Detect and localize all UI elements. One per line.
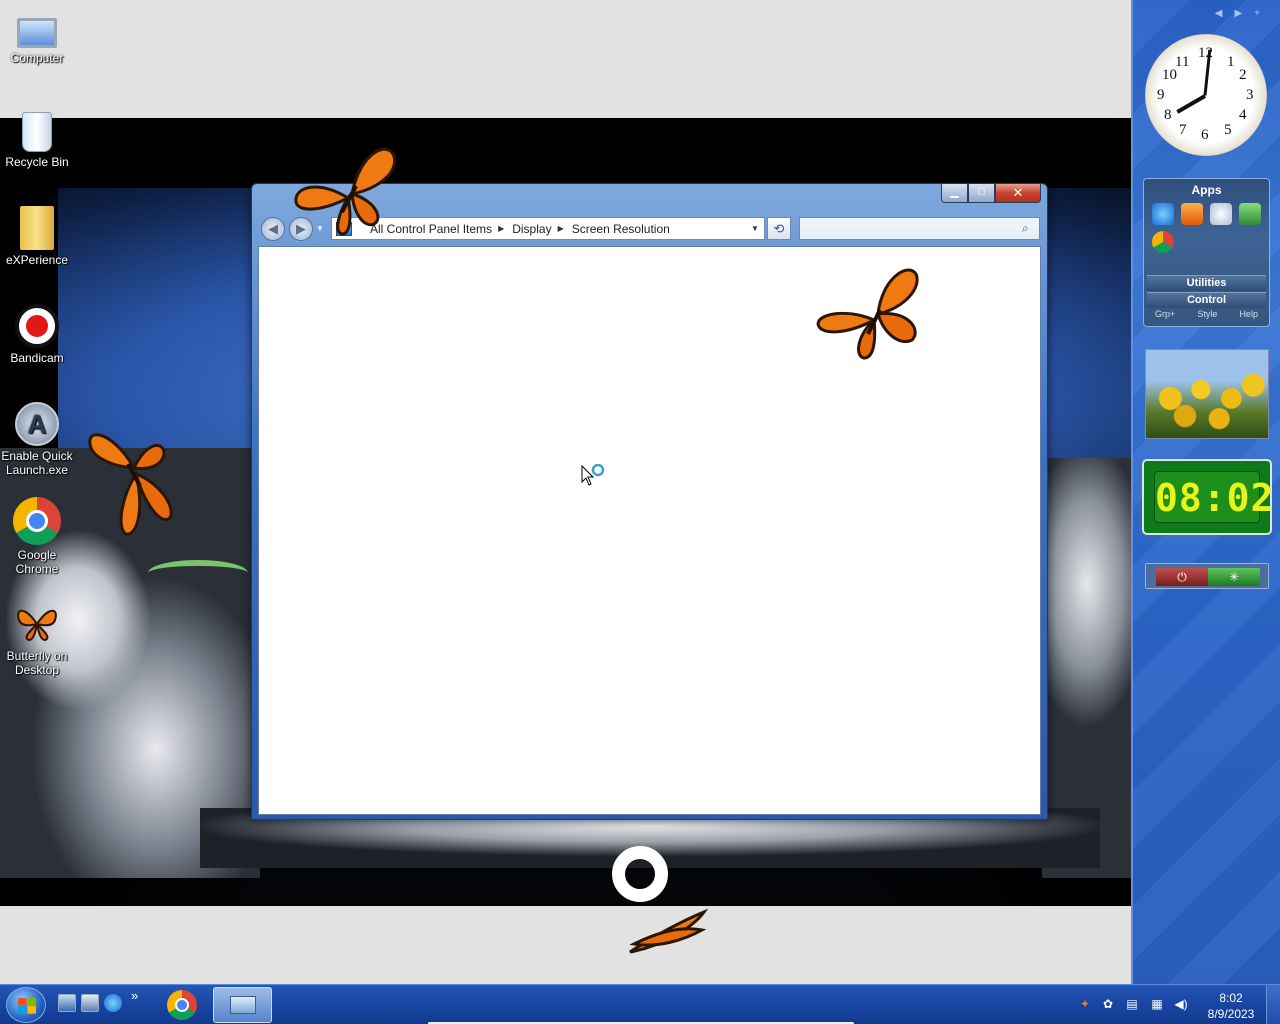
clock-number: 11 [1175,54,1190,70]
apps-utilities-section[interactable]: Utilities [1147,275,1266,291]
leaf-decoration [148,560,248,586]
computer-icon [17,18,57,48]
record-icon [15,304,59,348]
desktop-icon-bandicam[interactable]: Bandicam [0,300,74,365]
desktop-icon-label: eXPerience [5,253,69,267]
windows-logo-icon [18,998,36,1014]
chrome-icon [13,497,61,545]
clock-number: 6 [1201,127,1209,143]
clock-hour-hand [1176,94,1206,114]
clock-number: 5 [1224,122,1232,138]
taskbar-time: 8:02 [1219,991,1243,1005]
butterfly-decoration [294,147,397,236]
quicklaunch-more-icon[interactable]: » [131,988,138,1003]
internet-explorer-icon[interactable] [1152,203,1174,225]
internet-explorer-icon[interactable] [104,994,122,1012]
butterfly-decoration [88,433,173,536]
taskbar-chrome-button[interactable] [163,989,201,1021]
desktop-icon-label: Google Chrome [15,548,59,576]
hourglass-icon[interactable] [1239,203,1261,225]
chevron-right-icon[interactable]: ▶ [498,224,504,233]
digital-clock-gadget[interactable]: 08:02 [1142,459,1273,535]
sidebar-navigation[interactable]: ◀▶+ [1215,8,1272,19]
control-panel-window[interactable]: ▁ □ ✕ ◀ ▶ ▼ All Control Panel Items ▶ Di… [251,183,1048,820]
restart-icon[interactable]: ✳ [1208,568,1260,586]
desktop-icon-label: Computer [10,51,64,65]
clock-number: 9 [1157,87,1165,103]
desktop-icon-label: Recycle Bin [5,155,69,169]
paint-icon[interactable] [1210,203,1232,225]
butterfly-decoration [816,268,919,360]
apps-gadget[interactable]: Apps Utilities Control Grp+ Style Help [1143,178,1270,327]
search-icon[interactable]: ⌕ [1022,221,1029,236]
chrome-icon [167,990,197,1020]
minimize-button[interactable]: ▁ [941,184,968,203]
wallpaper-top-band [0,118,1132,188]
clock-number: 2 [1239,67,1247,83]
folder-icon [20,206,54,250]
desktop-icon-recycle-bin[interactable]: Recycle Bin [0,106,74,169]
show-desktop-button[interactable] [1266,985,1280,1024]
taskbar-date: 8/9/2023 [1207,1007,1255,1021]
slideshow-gadget[interactable] [1145,349,1269,439]
gear-tray-icon[interactable]: ✿ [1101,997,1115,1011]
breadcrumb-display[interactable]: Display [512,222,551,236]
clock-number: 3 [1246,87,1254,103]
desktop-icon-label: Butterfly on Desktop [6,649,68,677]
maximize-button[interactable]: □ [968,184,995,203]
desktop-icon-google-chrome[interactable]: Google Chrome [0,497,74,576]
document-tray-icon[interactable]: ▤ [1125,997,1139,1011]
butterfly-tray-icon[interactable]: ✦ [1078,997,1092,1011]
clock-number: 8 [1164,107,1172,123]
desktop-icon-butterfly-on-desktop[interactable]: Butterfly on Desktop [0,604,74,677]
desktop-icon-enable-quick-launch[interactable]: A Enable Quick Launch.exe [0,400,74,477]
apps-title: Apps [1191,183,1222,197]
desktop-icon-label: Bandicam [10,351,64,365]
apps-group-add-link[interactable]: Grp+ [1155,309,1175,319]
back-button[interactable]: ◀ [261,217,285,241]
gear-icon [612,846,668,902]
clock-number: 7 [1179,122,1187,138]
close-button[interactable]: ✕ [995,184,1041,203]
taskbar: » ✦ ✿ ▤ ▦ ◀) 8:02 8/9/2023 [0,984,1280,1024]
quick-launch-app-icon: A [15,402,59,446]
network-tray-icon[interactable]: ▦ [1150,997,1164,1011]
taskbar-control-panel-button[interactable] [213,987,272,1023]
volume-icon[interactable]: ◀) [1174,997,1188,1011]
clock-number: 4 [1239,107,1247,123]
busy-cursor-icon [581,464,605,486]
apps-control-section[interactable]: Control [1147,292,1266,308]
breadcrumb-screen-resolution[interactable]: Screen Resolution [572,222,670,236]
chrome-icon[interactable] [1152,231,1174,253]
taskbar-clock[interactable]: 8:02 8/9/2023 [1200,990,1262,1022]
switch-windows-icon[interactable] [81,994,99,1012]
refresh-button[interactable]: ⟲ [767,217,791,240]
analog-clock-gadget[interactable]: 12 1 2 3 4 5 6 7 8 9 10 11 [1145,34,1267,156]
chevron-right-icon[interactable]: ▶ [558,224,564,233]
gadget-sidebar: ◀▶+ 12 1 2 3 4 5 6 7 8 9 10 11 Apps Util… [1131,0,1280,984]
desktop-icon-experience[interactable]: eXPerience [0,202,74,267]
show-desktop-quicklaunch-icon[interactable] [58,994,76,1012]
control-panel-icon [230,996,256,1014]
apps-help-link[interactable]: Help [1239,309,1258,319]
address-dropdown-icon[interactable]: ▼ [746,218,764,239]
clock-number: 1 [1227,54,1235,70]
media-player-icon[interactable] [1181,203,1203,225]
desktop-icon-label: Enable Quick Launch.exe [1,449,73,477]
start-button[interactable] [6,987,46,1023]
butterfly-icon [13,604,61,646]
power-gadget: ⏻ ✳ [1145,563,1269,589]
apps-style-link[interactable]: Style [1197,309,1217,319]
butterfly-decoration [629,908,708,954]
recycle-bin-icon [22,112,52,152]
desktop-icon-computer[interactable]: Computer [0,8,74,65]
search-input[interactable] [799,217,1040,240]
power-icon[interactable]: ⏻ [1156,568,1208,586]
digital-clock-display: 08:02 [1154,471,1273,523]
